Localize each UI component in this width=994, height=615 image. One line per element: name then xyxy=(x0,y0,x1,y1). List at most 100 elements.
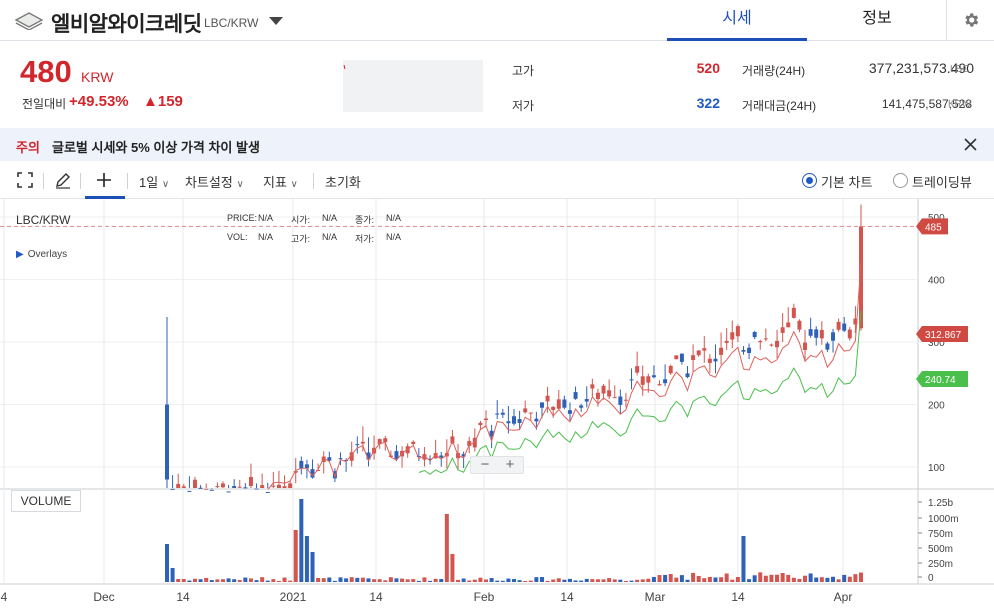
volume-bar xyxy=(847,576,852,582)
volume-bar xyxy=(400,578,405,582)
candle-body xyxy=(192,479,197,488)
candle-body xyxy=(500,412,505,415)
volume-bar xyxy=(226,578,231,582)
low-value: 322 xyxy=(696,95,720,111)
toolbar-divider xyxy=(313,173,314,189)
volume-bar xyxy=(685,579,690,582)
open-info-value: N/A xyxy=(322,213,338,223)
candle-body xyxy=(803,342,808,351)
chart-canvas[interactable]: 5004003002001001.25b1000m750m500m250m04D… xyxy=(0,199,994,615)
volume-bar xyxy=(646,578,651,582)
volume-bar xyxy=(836,579,841,582)
tradingview-radio[interactable] xyxy=(893,173,908,188)
candle-body xyxy=(719,347,724,355)
candle-body xyxy=(260,485,265,488)
volume-bar xyxy=(512,579,516,582)
volume-tick-label: 500m xyxy=(928,544,953,555)
candle-body xyxy=(786,322,791,328)
candle-body xyxy=(735,326,740,337)
candle-body xyxy=(288,483,293,488)
volume-bar xyxy=(209,580,214,582)
chart-settings-menu[interactable]: 차트설정 ∨ xyxy=(185,172,244,191)
volume-button[interactable]: VOLUME xyxy=(11,490,81,512)
tradingview-label[interactable]: 트레이딩뷰 xyxy=(912,172,972,191)
volume-bar xyxy=(332,580,337,582)
candle-body xyxy=(691,355,696,361)
basic-chart-radio[interactable] xyxy=(802,173,817,188)
chevron-down-icon[interactable] xyxy=(269,17,283,25)
candle-body xyxy=(567,410,572,414)
volume-bar xyxy=(265,580,270,582)
candle-body xyxy=(579,405,584,408)
volume-bar xyxy=(310,552,315,582)
volume-bar xyxy=(842,574,847,582)
volume-bar xyxy=(752,575,757,582)
candle-body xyxy=(831,332,836,341)
volume-bar xyxy=(763,575,768,582)
reset-button[interactable]: 초기화 xyxy=(325,172,361,191)
volume-bar xyxy=(819,577,824,582)
candle-body xyxy=(265,491,270,493)
overlays-toggle[interactable]: ▶ Overlays xyxy=(16,249,67,260)
volume-bar xyxy=(612,579,617,582)
candle-body xyxy=(232,486,237,488)
candle-body xyxy=(181,486,186,488)
price-info-label: PRICE: xyxy=(227,213,258,223)
candle-body xyxy=(758,341,763,343)
volume-bar xyxy=(668,574,673,582)
crosshair-icon[interactable] xyxy=(95,171,113,189)
volume-bar xyxy=(506,578,511,582)
fullscreen-icon[interactable] xyxy=(16,171,34,189)
basic-chart-label[interactable]: 기본 차트 xyxy=(821,172,872,191)
volume-bar xyxy=(562,579,567,582)
volume-bar xyxy=(215,579,220,582)
zoom-in-button[interactable]: + xyxy=(498,456,522,473)
volume-bar xyxy=(523,580,528,582)
volume-bar xyxy=(248,578,253,582)
candle-body xyxy=(657,384,662,386)
candle-body xyxy=(545,395,550,402)
candle-body xyxy=(411,441,416,444)
tab-sise[interactable]: 시세 xyxy=(667,0,807,41)
coin-pair: LBC/KRW xyxy=(204,16,259,30)
settings-button[interactable] xyxy=(946,0,994,41)
close-icon[interactable] xyxy=(963,137,978,152)
candle-body xyxy=(439,455,444,458)
trade-value-unit: KRW xyxy=(948,99,972,110)
volume-unit: LBC xyxy=(950,64,970,75)
volume-bar xyxy=(288,580,293,582)
candle-body xyxy=(775,340,780,348)
pencil-icon[interactable] xyxy=(54,171,72,189)
candle-body xyxy=(763,338,768,340)
plot-background xyxy=(0,199,918,615)
candle-body xyxy=(696,350,701,356)
candle-body xyxy=(573,392,578,399)
volume-bar xyxy=(595,579,600,582)
tab-info[interactable]: 정보 xyxy=(807,0,947,41)
candle-body xyxy=(551,406,556,410)
candle-body xyxy=(338,458,343,460)
volume-bar xyxy=(528,580,533,582)
candlestick-chart[interactable]: 5004003002001001.25b1000m750m500m250m04D… xyxy=(0,199,994,615)
volume-bar xyxy=(192,578,197,582)
volume-bar xyxy=(299,499,304,582)
x-tick-label: 14 xyxy=(560,590,574,604)
candle-body xyxy=(590,384,595,389)
candle-body xyxy=(635,366,640,373)
y-tick-label: 200 xyxy=(928,401,945,412)
interval-select[interactable]: 1일 ∨ xyxy=(139,172,169,191)
mini-chart xyxy=(343,60,483,112)
volume-tick-label: 750m xyxy=(928,529,953,540)
candle-body xyxy=(629,379,634,381)
volume-bar xyxy=(831,576,836,582)
volume-bar xyxy=(741,536,746,582)
volume-bar xyxy=(377,579,382,582)
candle-body xyxy=(607,390,612,397)
zoom-control: − + xyxy=(470,456,524,474)
candle-body xyxy=(299,460,304,469)
zoom-out-button[interactable]: − xyxy=(473,456,497,473)
volume-bar xyxy=(651,576,656,582)
volume-bar xyxy=(220,579,225,582)
indicators-menu[interactable]: 지표 ∨ xyxy=(263,172,298,191)
coin-name: 엘비알와이크레딧 xyxy=(51,13,202,36)
